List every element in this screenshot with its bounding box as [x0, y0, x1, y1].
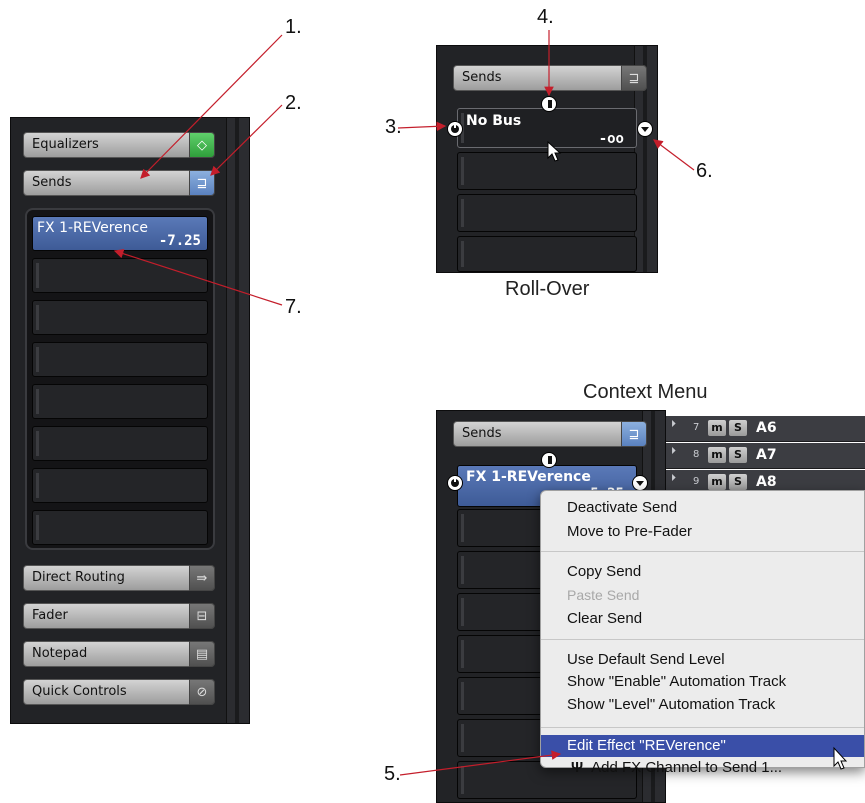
annotation-arrows: [113, 30, 695, 776]
